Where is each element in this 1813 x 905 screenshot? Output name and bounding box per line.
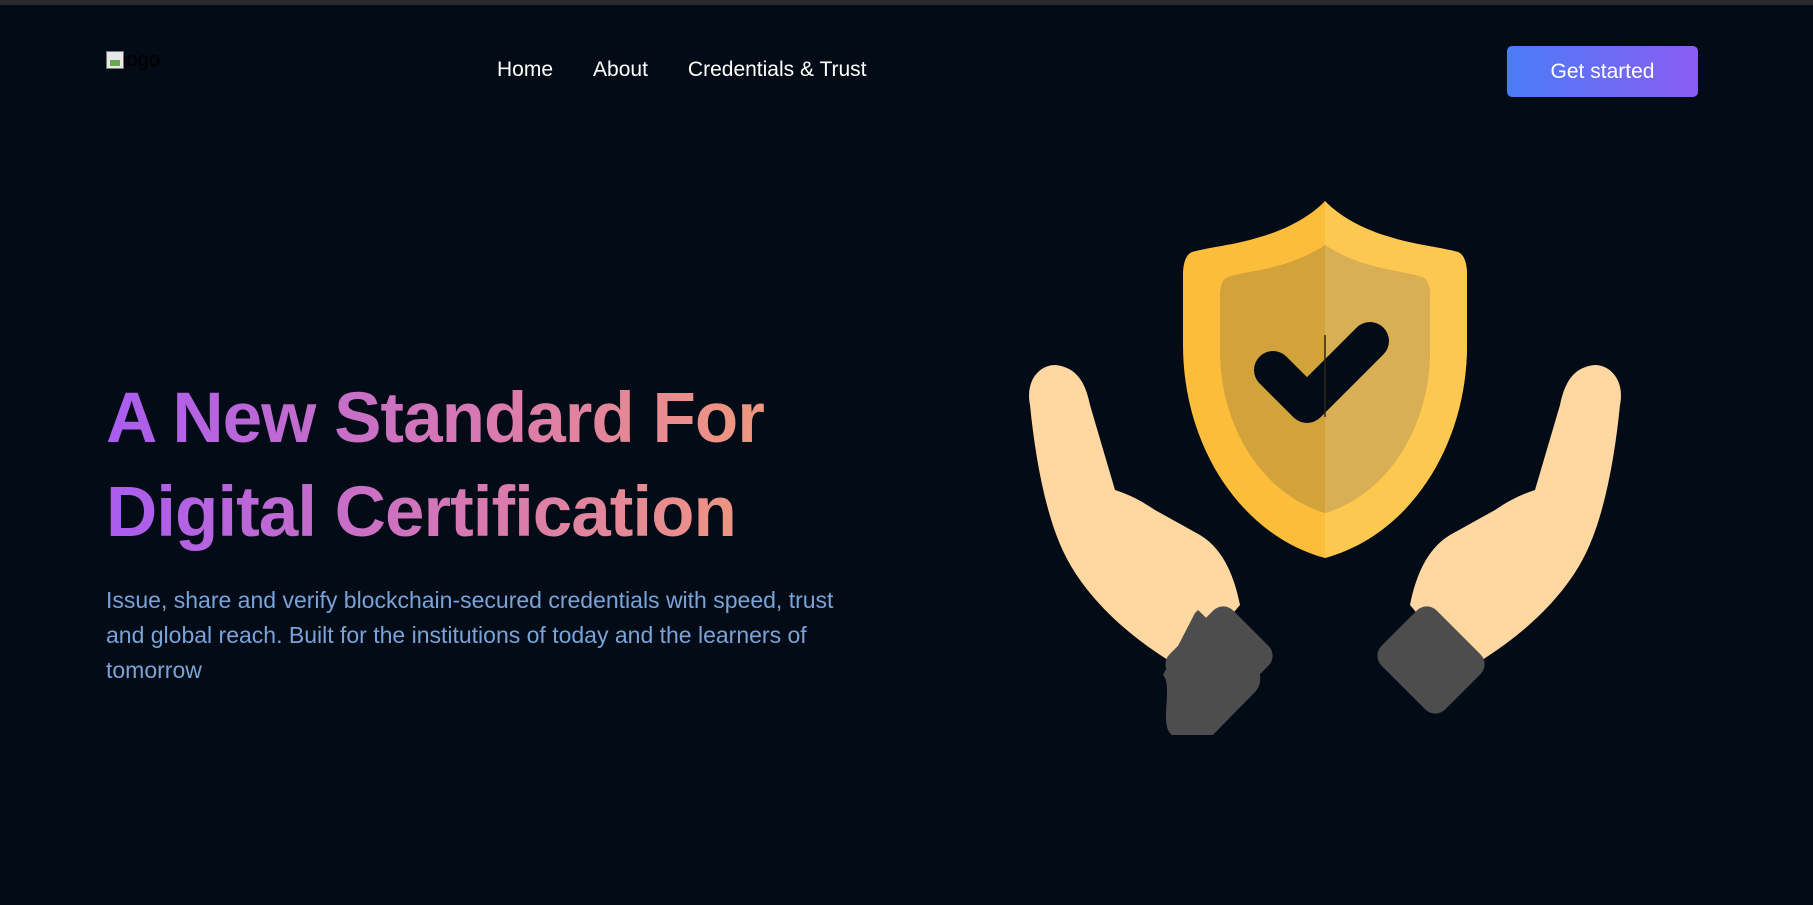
logo[interactable]: logo — [106, 47, 160, 73]
nav-link-credentials-trust[interactable]: Credentials & Trust — [688, 58, 867, 82]
hero-title-line-1: A New Standard For — [106, 379, 764, 458]
nav-link-about[interactable]: About — [593, 58, 648, 82]
landing-page: logo Home About Credentials & Trust Get … — [0, 0, 1813, 905]
get-started-button[interactable]: Get started — [1507, 46, 1698, 97]
main-nav: Home About Credentials & Trust — [497, 58, 867, 82]
shield-check-hands-icon — [1029, 201, 1621, 735]
hero-title-line-2: Digital Certification — [106, 473, 736, 552]
hero-subtitle: Issue, share and verify blockchain-secur… — [106, 587, 834, 683]
hero-title: A New Standard For Digital Certification — [106, 372, 866, 560]
broken-image-icon — [106, 51, 124, 69]
nav-link-home[interactable]: Home — [497, 58, 553, 82]
logo-alt-text: logo — [122, 48, 160, 71]
browser-top-border — [0, 0, 1813, 5]
